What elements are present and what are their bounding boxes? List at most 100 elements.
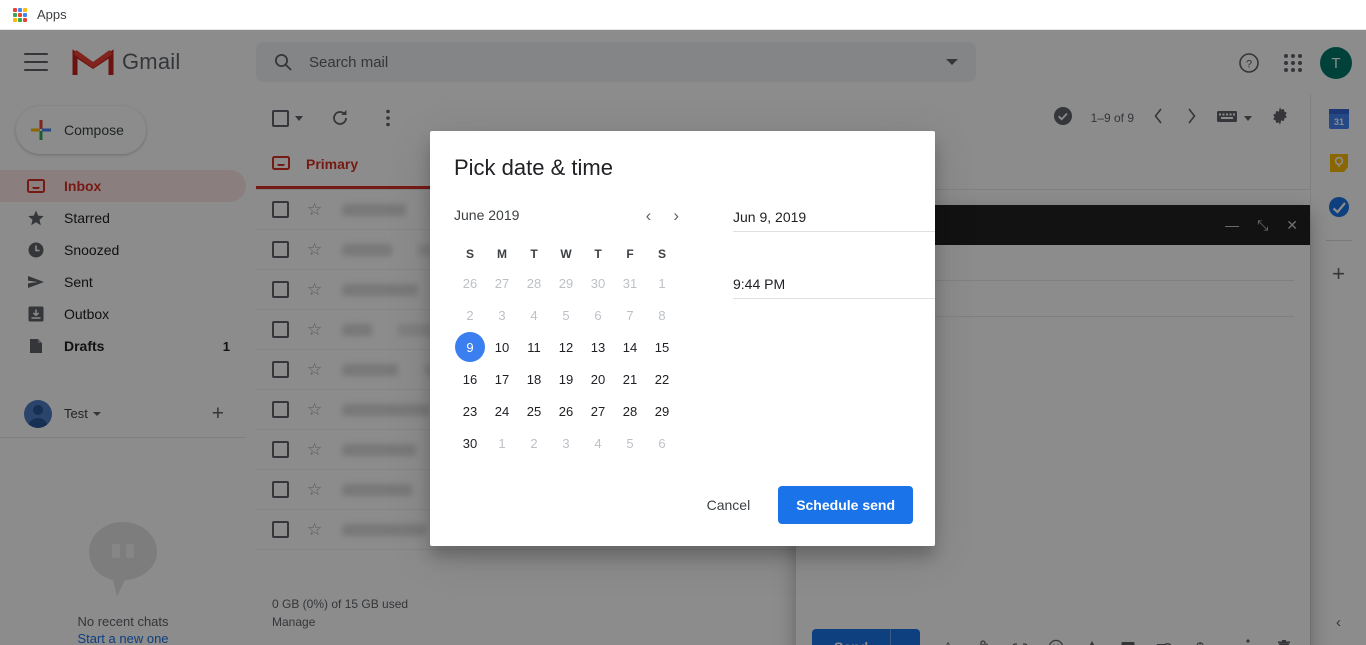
calendar-day-label: 2 (466, 307, 474, 323)
calendar-day[interactable]: 24 (486, 395, 518, 427)
calendar-day[interactable]: 6 (646, 427, 678, 459)
calendar-day[interactable]: 4 (518, 299, 550, 331)
calendar-header: June 2019 ‹ › (454, 199, 685, 231)
calendar-day-label: 3 (498, 307, 506, 323)
calendar-day[interactable]: 28 (518, 267, 550, 299)
calendar-day[interactable]: 22 (646, 363, 678, 395)
time-input[interactable] (733, 270, 935, 299)
calendar-day-name: W (560, 247, 572, 261)
date-input[interactable] (733, 203, 935, 232)
apps-bookmark-label[interactable]: Apps (37, 7, 67, 22)
calendar-day-label: 14 (622, 339, 638, 355)
calendar-day-label: 17 (494, 371, 510, 387)
google-apps-grid-icon (13, 7, 27, 22)
calendar-day-label: 10 (494, 339, 510, 355)
calendar-nav: ‹ › (646, 207, 685, 224)
calendar-grid: S M T W T F S 26 27 28 29 30 31 1 2 3 4 5 6 7 8 9 10 11 12 13 14 15… (454, 241, 685, 459)
bookmarks-bar: Apps (0, 0, 1366, 30)
calendar-day[interactable]: 10 (486, 331, 518, 363)
calendar-day-name: T (530, 247, 538, 261)
screen: Apps Gmail ? (0, 0, 1366, 645)
schedule-send-button[interactable]: Schedule send (778, 486, 913, 524)
calendar-day[interactable]: 19 (550, 363, 582, 395)
calendar-day-name: S (657, 247, 666, 261)
calendar-day-label: 11 (527, 339, 541, 355)
calendar-day[interactable]: 26 (550, 395, 582, 427)
calendar-day-label: 4 (530, 307, 538, 323)
calendar-day-label: 29 (654, 403, 670, 419)
calendar-day-label: 20 (590, 371, 606, 387)
calendar-day-label: 8 (658, 307, 666, 323)
datetime-fields (733, 199, 935, 459)
calendar-day[interactable]: 30 (454, 427, 486, 459)
prev-month-icon[interactable]: ‹ (646, 207, 652, 224)
calendar-day[interactable]: 18 (518, 363, 550, 395)
calendar-day[interactable]: 3 (550, 427, 582, 459)
dialog-content: June 2019 ‹ › S M T W T F S 26 27 28 29 30 31 1 2 3 4 5 6 7… (430, 181, 935, 459)
calendar-day[interactable]: 30 (582, 267, 614, 299)
calendar: June 2019 ‹ › S M T W T F S 26 27 28 29 30 31 1 2 3 4 5 6 7… (454, 199, 685, 459)
calendar-day-label: 28 (526, 275, 542, 291)
calendar-day-label: 28 (622, 403, 638, 419)
calendar-day-label: 6 (594, 307, 602, 323)
calendar-day-label: 2 (530, 435, 538, 451)
calendar-day-label: 23 (462, 403, 478, 419)
calendar-day-name: S (465, 247, 474, 261)
calendar-day[interactable]: 7 (614, 299, 646, 331)
calendar-day[interactable]: 11 (518, 331, 550, 363)
calendar-day[interactable]: 5 (614, 427, 646, 459)
calendar-day-label: 9 (455, 332, 485, 362)
calendar-day-label: 1 (498, 435, 506, 451)
calendar-day[interactable]: 17 (486, 363, 518, 395)
calendar-day[interactable]: 2 (454, 299, 486, 331)
calendar-day-label: 26 (462, 275, 478, 291)
calendar-day[interactable]: 8 (646, 299, 678, 331)
calendar-day-label: 25 (526, 403, 542, 419)
calendar-day[interactable]: 29 (646, 395, 678, 427)
calendar-day[interactable]: 14 (614, 331, 646, 363)
calendar-day-label: 13 (590, 339, 606, 355)
calendar-day-label: 27 (590, 403, 606, 419)
calendar-day[interactable]: 1 (486, 427, 518, 459)
calendar-day[interactable]: 27 (486, 267, 518, 299)
calendar-day[interactable]: 4 (582, 427, 614, 459)
calendar-day-label: 21 (622, 371, 638, 387)
dialog-title: Pick date & time (454, 155, 613, 180)
dialog-actions: Cancel Schedule send (693, 486, 913, 524)
calendar-day[interactable]: 13 (582, 331, 614, 363)
calendar-day[interactable]: 28 (614, 395, 646, 427)
calendar-day[interactable]: 1 (646, 267, 678, 299)
calendar-day-label: 22 (654, 371, 670, 387)
calendar-day[interactable]: 21 (614, 363, 646, 395)
calendar-day[interactable]: 25 (518, 395, 550, 427)
calendar-month-label: June 2019 (454, 207, 520, 223)
calendar-day[interactable]: 16 (454, 363, 486, 395)
next-month-icon[interactable]: › (673, 207, 679, 224)
cancel-button[interactable]: Cancel (693, 488, 765, 522)
calendar-day[interactable]: 20 (582, 363, 614, 395)
calendar-day[interactable]: 5 (550, 299, 582, 331)
pick-date-time-dialog: Pick date & time June 2019 ‹ › S M T W T F S 26… (430, 131, 935, 546)
calendar-day-label: 30 (590, 275, 606, 291)
calendar-day-selected[interactable]: 9 (454, 331, 486, 363)
calendar-day-label: 4 (594, 435, 602, 451)
calendar-day-label: 3 (562, 435, 570, 451)
calendar-day[interactable]: 12 (550, 331, 582, 363)
calendar-day-label: 30 (462, 435, 478, 451)
calendar-day[interactable]: 27 (582, 395, 614, 427)
calendar-day[interactable]: 31 (614, 267, 646, 299)
calendar-day[interactable]: 26 (454, 267, 486, 299)
calendar-day-label: 26 (558, 403, 574, 419)
calendar-day-name: M (497, 247, 507, 261)
calendar-day[interactable]: 29 (550, 267, 582, 299)
calendar-day-name: F (626, 247, 634, 261)
calendar-day[interactable]: 23 (454, 395, 486, 427)
calendar-day[interactable]: 15 (646, 331, 678, 363)
calendar-day[interactable]: 3 (486, 299, 518, 331)
calendar-day-label: 1 (658, 275, 666, 291)
calendar-day[interactable]: 6 (582, 299, 614, 331)
calendar-day-label: 29 (558, 275, 574, 291)
calendar-day[interactable]: 2 (518, 427, 550, 459)
calendar-day-label: 24 (494, 403, 510, 419)
calendar-day-label: 27 (494, 275, 510, 291)
